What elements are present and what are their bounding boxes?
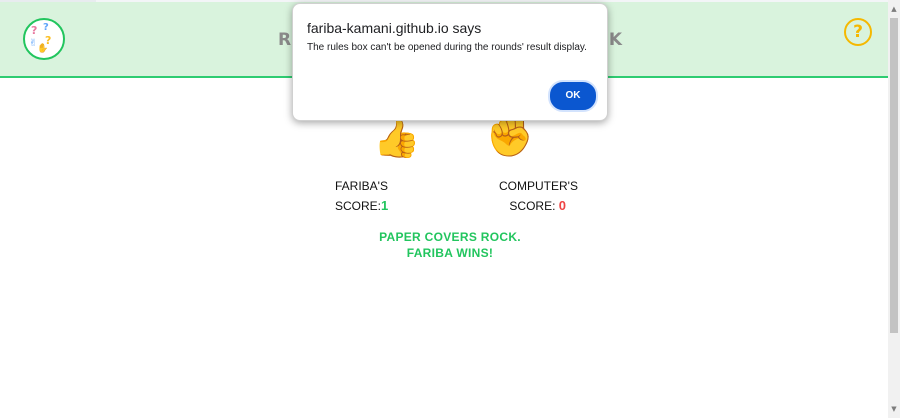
help-icon[interactable]: ?: [844, 18, 872, 46]
round-result: PAPER COVERS ROCK. FARIBA WINS!: [340, 229, 560, 261]
player-score-label-line1: FARIBA'S: [335, 179, 388, 193]
player-score: FARIBA'S SCORE:1: [335, 177, 388, 216]
scroll-up-icon[interactable]: ▲: [890, 4, 898, 14]
player-score-label-line2: SCORE:: [335, 199, 382, 213]
computer-score-value: 0: [558, 198, 566, 213]
round-result-line1: PAPER COVERS ROCK.: [379, 230, 521, 244]
computer-score-label-line2: SCORE:: [509, 199, 556, 213]
round-result-line2: FARIBA WINS!: [406, 246, 494, 260]
dialog-message: The rules box can't be opened during the…: [307, 42, 587, 53]
ok-button[interactable]: OK: [548, 80, 598, 112]
dialog-title: fariba-kamani.github.io says: [307, 20, 482, 36]
player-hand-icon: 👍: [373, 116, 421, 160]
vertical-scrollbar[interactable]: ▲ ▼: [888, 0, 900, 418]
logo-icon[interactable]: ? ? ✌ ? ✋: [23, 18, 65, 60]
player-score-value: 1: [381, 198, 389, 213]
scrollbar-thumb[interactable]: [890, 18, 898, 333]
scroll-down-icon[interactable]: ▼: [890, 404, 898, 414]
alert-dialog: fariba-kamani.github.io says The rules b…: [292, 3, 608, 121]
computer-hand-icon: ✊: [486, 115, 534, 159]
computer-score: COMPUTER'S SCORE: 0: [499, 177, 578, 216]
computer-score-label-line1: COMPUTER'S: [499, 179, 578, 193]
